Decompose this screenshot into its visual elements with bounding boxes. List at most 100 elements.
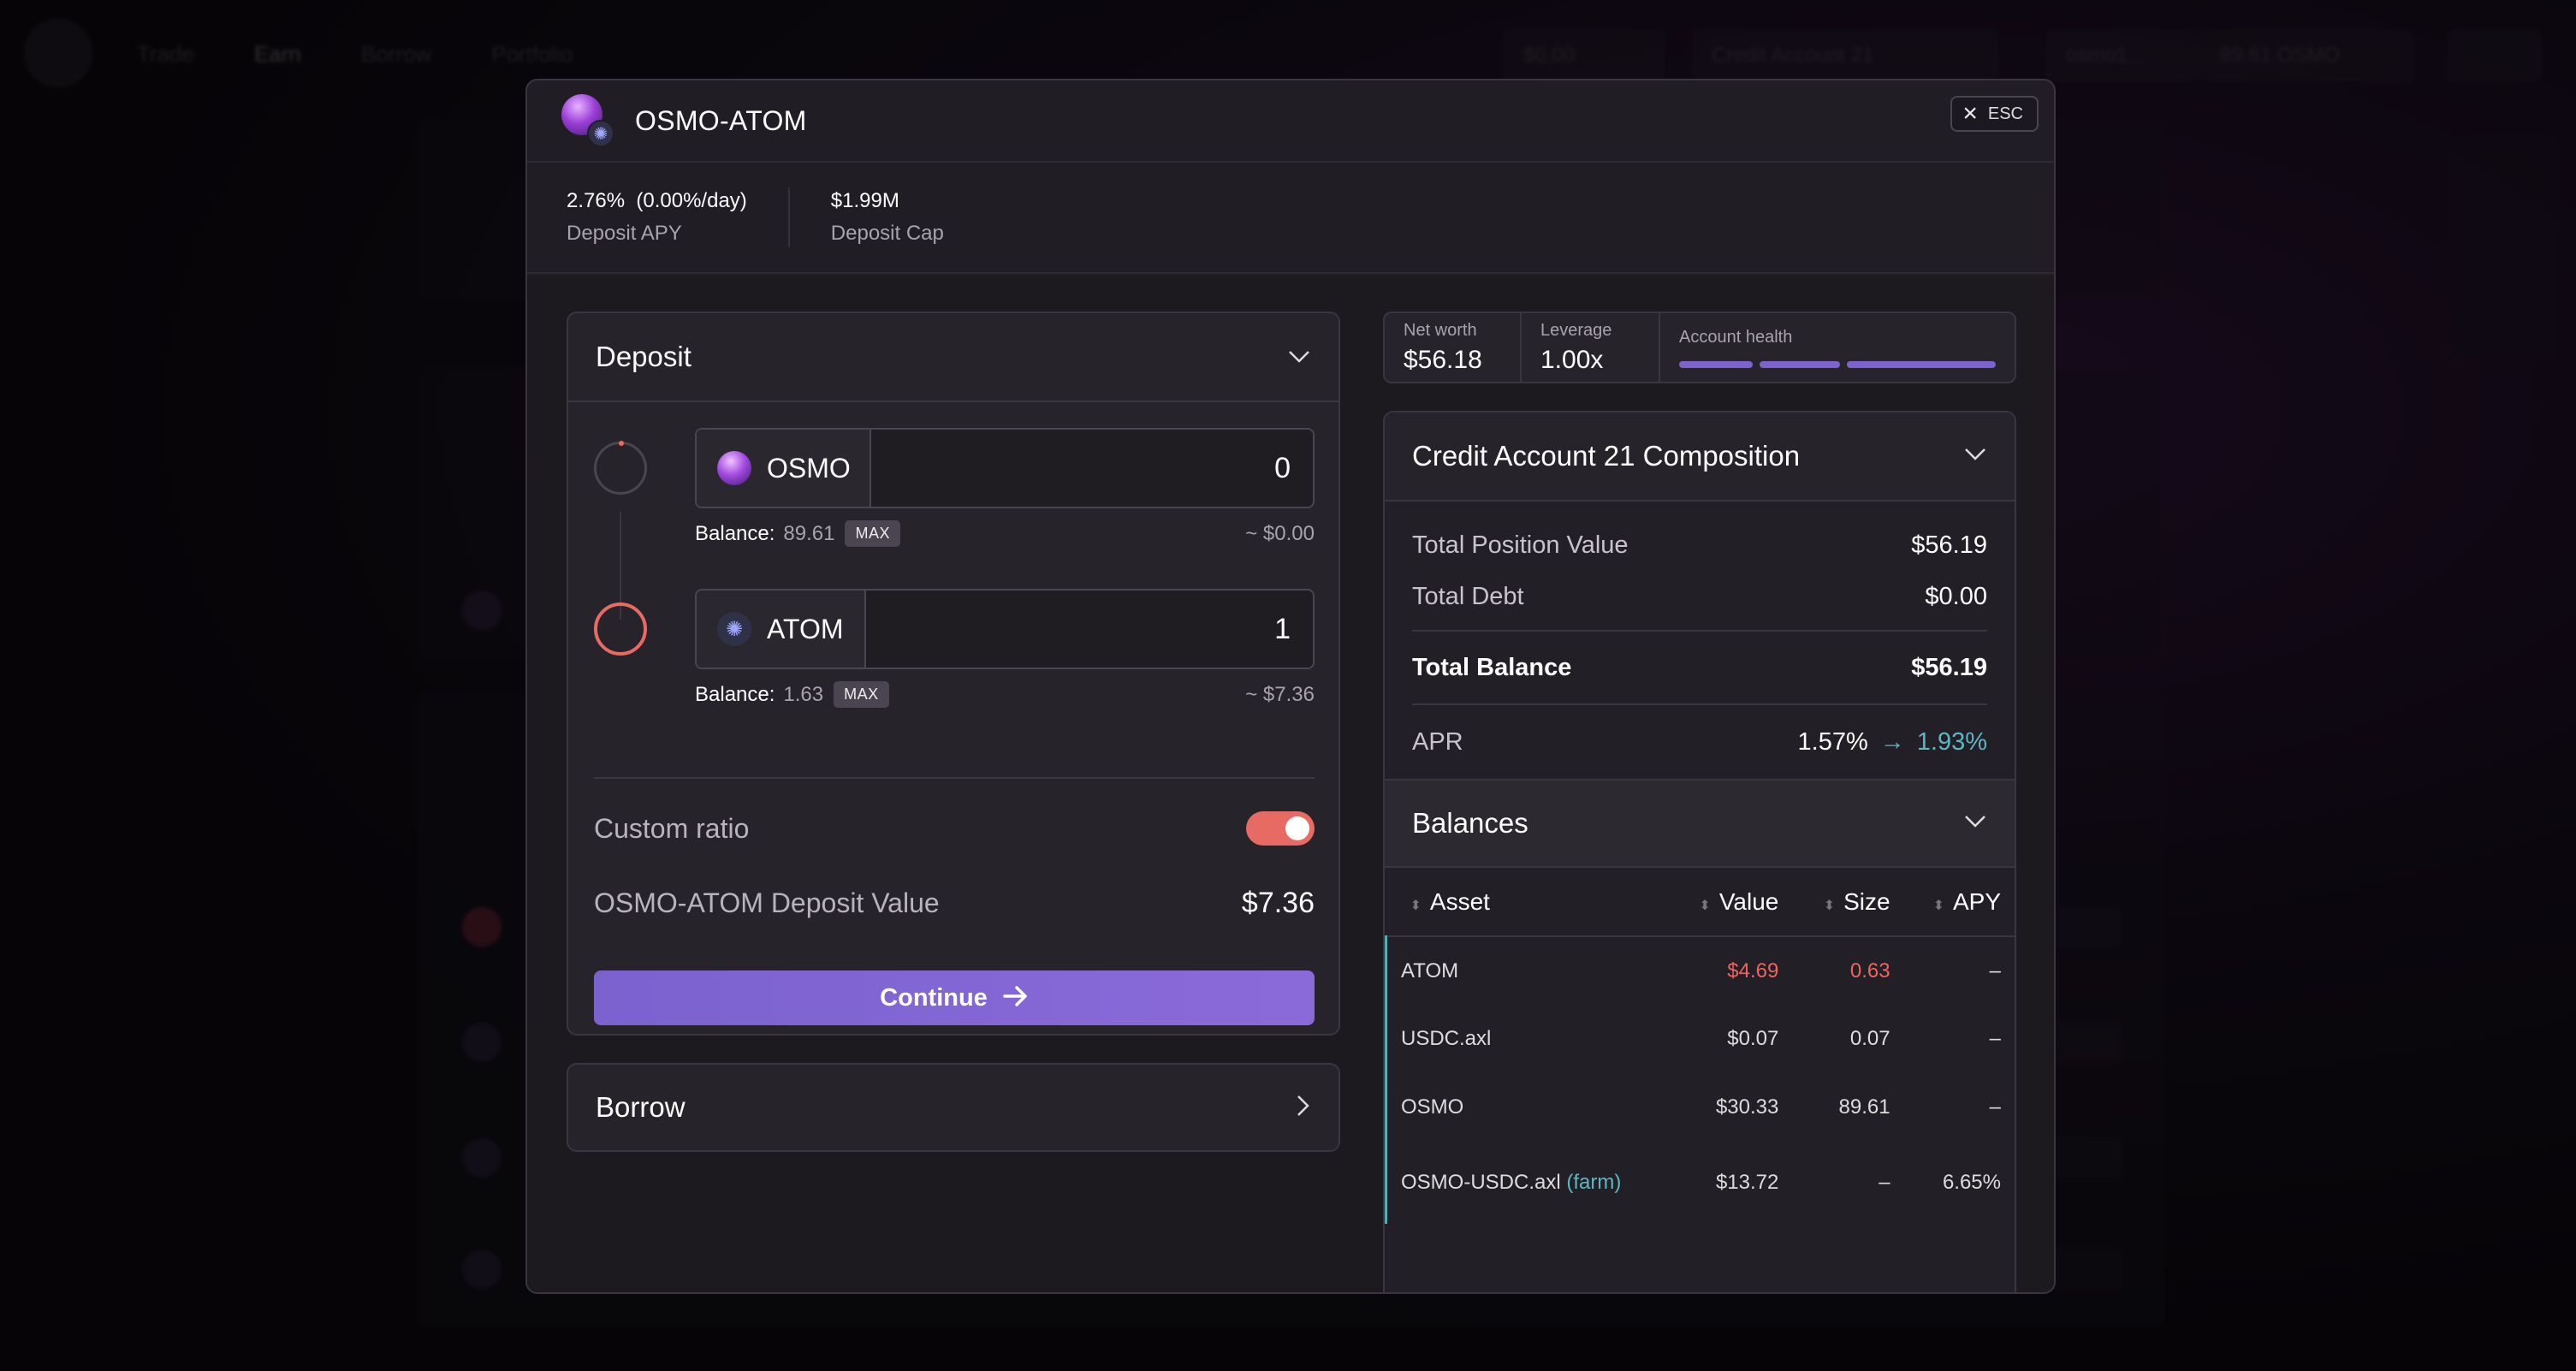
custom-ratio-row: Custom ratio — [594, 811, 1315, 846]
total-debt-value: $0.00 — [1925, 582, 1987, 610]
apy-cell: – — [1989, 1095, 2001, 1119]
deposit-apy-value: 2.76% (0.00%/day) — [567, 189, 747, 212]
balance-label: Balance: — [695, 521, 775, 545]
chevron-down-icon[interactable] — [1963, 814, 1987, 834]
deposit-apy-stat: 2.76% (0.00%/day) Deposit APY — [567, 189, 747, 246]
deposit-apy-label: Deposit APY — [567, 222, 682, 245]
column-size[interactable]: ⬍ Size — [1802, 868, 1914, 937]
atom-icon: ✺ — [717, 612, 751, 646]
osmo-atom-pair-icon: ✺ — [561, 94, 614, 147]
net-worth-cell: Net worth $56.18 — [1385, 313, 1522, 382]
osmo-usd-value: ~ $0.00 — [1245, 521, 1315, 545]
atom-amount-input[interactable] — [866, 591, 1313, 668]
value-cell: $0.07 — [1727, 1027, 1779, 1050]
value-cell: $4.69 — [1727, 959, 1779, 982]
deposit-cap-stat: $1.99M Deposit Cap — [831, 189, 944, 246]
column-label: APY — [1952, 887, 2001, 915]
chevron-down-icon[interactable] — [1287, 344, 1311, 371]
atom-amount-input-group: ✺ ATOM — [695, 589, 1315, 669]
sort-icon: ⬍ — [1699, 898, 1711, 913]
total-balance-value: $56.19 — [1911, 653, 1987, 681]
total-position-row: Total Position Value $56.19 — [1385, 519, 2015, 572]
farm-tag: (farm) — [1566, 1171, 1622, 1194]
deposit-panel-title: Deposit — [596, 341, 691, 372]
balances-table-header: ⬍ Asset ⬍ Value ⬍ Size ⬍ APY — [1386, 868, 2015, 937]
column-label: Value — [1718, 887, 1779, 915]
total-debt-row: Total Debt $0.00 — [1385, 572, 2015, 621]
atom-balance-value: 1.63 — [783, 682, 824, 706]
size-cell: 0.07 — [1849, 1027, 1890, 1050]
osmo-max-button[interactable]: MAX — [845, 520, 900, 547]
column-label: Size — [1843, 887, 1890, 915]
apy-cell: – — [1989, 959, 2001, 982]
section-divider — [594, 777, 1315, 779]
column-apy[interactable]: ⬍ APY — [1914, 868, 2015, 937]
apy-cell: 6.65% — [1942, 1171, 2001, 1194]
table-row: OSMO $30.33 89.61 – — [1385, 1073, 2015, 1142]
chevron-down-icon[interactable] — [1963, 447, 1987, 466]
osmo-asset-row: OSMO Balance: 89.61 MAX ~ $0.00 — [594, 428, 1315, 547]
atom-balance-line: Balance: 1.63 MAX ~ $7.36 — [695, 681, 1315, 708]
atom-asset-selector[interactable]: ✺ ATOM — [697, 591, 866, 668]
net-worth-value: $56.18 — [1404, 345, 1482, 374]
esc-label: ESC — [1987, 104, 2023, 123]
column-value[interactable]: ⬍ Value — [1675, 868, 1803, 937]
vault-stats: 2.76% (0.00%/day) Deposit APY $1.99M Dep… — [527, 163, 2054, 274]
balances-header[interactable]: Balances — [1385, 779, 2015, 868]
atom-usd-value: ~ $7.36 — [1245, 682, 1315, 706]
custom-ratio-toggle[interactable] — [1246, 811, 1315, 846]
atom-max-button[interactable]: MAX — [834, 681, 889, 708]
close-button[interactable]: × ESC — [1950, 96, 2039, 132]
balances-table: ⬍ Asset ⬍ Value ⬍ Size ⬍ APY ATOM $4.69 0.63… — [1385, 868, 2015, 1224]
modal-title: OSMO-ATOM — [635, 104, 807, 136]
deposit-cap-value: $1.99M — [830, 189, 899, 212]
continue-button[interactable]: Continue — [594, 970, 1315, 1025]
size-cell: – — [1879, 1171, 1890, 1194]
asset-cell: OSMO-USDC.axl (farm) — [1385, 1142, 1676, 1224]
chevron-right-icon — [1296, 1094, 1311, 1122]
osmo-balance-value: 89.61 — [783, 521, 835, 545]
deposit-value-label: OSMO-ATOM Deposit Value — [594, 887, 940, 918]
sort-icon: ⬍ — [1932, 898, 1944, 913]
osmo-amount-input-group: OSMO — [695, 428, 1315, 508]
osmo-asset-selector[interactable]: OSMO — [697, 430, 871, 507]
table-row: ATOM $4.69 0.63 – — [1385, 936, 2015, 1005]
account-health-label: Account health — [1679, 327, 1793, 347]
balances-title: Balances — [1412, 807, 1528, 839]
atom-symbol: ATOM — [767, 613, 844, 644]
borrow-panel[interactable]: Borrow — [567, 1063, 1340, 1152]
composition-header[interactable]: Credit Account 21 Composition — [1385, 412, 2015, 502]
size-cell: 89.61 — [1838, 1095, 1890, 1119]
deposit-panel-header[interactable]: Deposit — [568, 313, 1338, 402]
asset-cell: ATOM — [1385, 936, 1676, 1005]
total-position-label: Total Position Value — [1412, 531, 1629, 559]
arrow-right-icon: → — [1879, 727, 1905, 756]
account-health-cell: Account health — [1660, 313, 2015, 382]
leverage-value: 1.00x — [1540, 345, 1604, 374]
account-summary: Net worth $56.18 Leverage 1.00x Account … — [1383, 312, 2016, 383]
deposit-value: $7.36 — [1241, 887, 1315, 919]
custom-ratio-label: Custom ratio — [594, 812, 750, 844]
health-segment — [1760, 360, 1840, 368]
asset-cell: OSMO — [1385, 1073, 1676, 1142]
osmo-amount-input[interactable] — [871, 430, 1313, 507]
sort-icon: ⬍ — [1410, 898, 1422, 913]
osmo-icon — [717, 451, 751, 485]
vault-modal: ✺ OSMO-ATOM × ESC 2.76% (0.00%/day) Depo… — [525, 79, 2056, 1294]
stat-divider — [787, 187, 790, 247]
column-asset[interactable]: ⬍ Asset — [1386, 868, 1676, 937]
table-row: OSMO-USDC.axl (farm) $13.72 – 6.65% — [1385, 1142, 2015, 1224]
total-balance-label: Total Balance — [1412, 653, 1572, 681]
apr-values: 1.57% → 1.93% — [1798, 728, 1987, 757]
deposit-value-row: OSMO-ATOM Deposit Value $7.36 — [594, 887, 1315, 920]
apr-current: 1.57% — [1797, 727, 1868, 756]
osmo-symbol: OSMO — [767, 452, 851, 484]
apr-row: APR 1.57% → 1.93% — [1385, 705, 2015, 779]
net-worth-label: Net worth — [1404, 320, 1477, 340]
leverage-label: Leverage — [1540, 320, 1612, 340]
value-cell: $13.72 — [1715, 1171, 1779, 1194]
asset-cell: USDC.axl — [1385, 1005, 1676, 1073]
total-balance-row: Total Balance $56.19 — [1385, 632, 2015, 703]
leverage-cell: Leverage 1.00x — [1522, 313, 1660, 382]
account-health-bar — [1679, 360, 1996, 368]
